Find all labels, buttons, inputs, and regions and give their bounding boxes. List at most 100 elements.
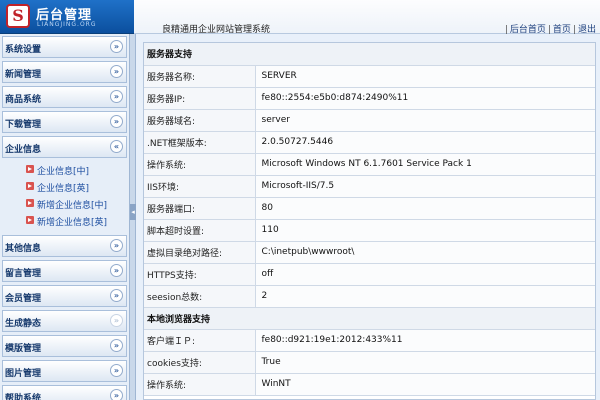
- arrow-icon: [26, 199, 34, 207]
- logout-link[interactable]: 退出: [578, 25, 596, 35]
- section-title: 服务器支持: [144, 43, 595, 66]
- sidebar-item-static[interactable]: 生成静态 »: [2, 310, 127, 332]
- row-value: 2: [255, 285, 595, 308]
- sidebar-item-company-info[interactable]: 企业信息 «: [2, 136, 127, 158]
- row-value: Microsoft-IIS/7.5: [255, 175, 595, 198]
- table-row: 脚本超时设置: 110: [144, 219, 595, 242]
- row-key: 操作系统:: [144, 373, 256, 396]
- server-info-table: 服务器支持 服务器名称: SERVER 服务器IP: fe80::2554:e5b0…: [144, 43, 595, 396]
- submenu-item[interactable]: 企业信息[英]: [0, 178, 129, 195]
- logo-subtitle: LIANGJING.ORG: [37, 21, 97, 28]
- sidebar-item-label: 企业信息: [5, 145, 42, 155]
- system-title: 良精通用企业网站管理系统: [162, 25, 271, 35]
- sidebar-item-label: 其他信息: [5, 244, 42, 254]
- row-value: SERVER: [255, 65, 595, 88]
- sidebar-item-other-info[interactable]: 其他信息 »: [2, 235, 127, 257]
- sidebar-item-help[interactable]: 帮助系统 »: [2, 385, 127, 400]
- admin-home-link[interactable]: 后台首页: [510, 25, 546, 35]
- sidebar-item-templates[interactable]: 模版管理 »: [2, 335, 127, 357]
- top-links: | 后台首页 | 首页 | 退出: [504, 25, 596, 35]
- chevron-down-icon[interactable]: »: [110, 364, 123, 377]
- sidebar-item-products[interactable]: 商品系统 »: [2, 86, 127, 108]
- table-row: 服务器名称: SERVER: [144, 65, 595, 88]
- logo-area: S 后台管理 LIANGJING.ORG: [0, 0, 134, 34]
- row-key: 服务器端口:: [144, 197, 256, 220]
- sidebar-item-members[interactable]: 会员管理 »: [2, 285, 127, 307]
- arrow-icon: [26, 216, 34, 224]
- sidebar-item-messages[interactable]: 留言管理 »: [2, 260, 127, 282]
- arrow-icon: [26, 182, 34, 190]
- sidebar-item-label: 商品系统: [5, 95, 42, 105]
- submenu-link[interactable]: 新增企业信息[英]: [37, 215, 107, 228]
- sidebar-item-label: 下载管理: [5, 120, 42, 130]
- submenu-item[interactable]: 新增企业信息[中]: [0, 195, 129, 212]
- sidebar-item-label: 模版管理: [5, 344, 42, 354]
- sidebar-item-label: 系统设置: [5, 45, 42, 55]
- topbar: 良精通用企业网站管理系统 | 后台首页 | 首页 | 退出: [134, 0, 600, 35]
- chevron-down-icon[interactable]: »: [110, 264, 123, 277]
- chevron-down-icon[interactable]: »: [110, 289, 123, 302]
- sidebar-item-system-settings[interactable]: 系统设置 »: [2, 36, 127, 58]
- submenu-link[interactable]: 企业信息[中]: [37, 164, 89, 177]
- section-title: 本地浏览器支持: [144, 307, 595, 330]
- sidebar-item-label: 留言管理: [5, 269, 42, 279]
- company-info-submenu: 企业信息[中] 企业信息[英] 新增企业信息[中] 新增企业信息[英]: [0, 161, 129, 233]
- sidebar-item-images[interactable]: 图片管理 »: [2, 360, 127, 382]
- row-key: 服务器域名:: [144, 109, 256, 132]
- row-value: off: [255, 263, 595, 286]
- row-key: 服务器IP:: [144, 87, 256, 110]
- table-row: HTTPS支持: off: [144, 263, 595, 286]
- row-key: cookies支持:: [144, 351, 256, 374]
- header: S 后台管理 LIANGJING.ORG 良精通用企业网站管理系统 | 后台首页 |…: [0, 0, 600, 35]
- row-value: Microsoft Windows NT 6.1.7601 Service Pa…: [255, 153, 595, 176]
- row-key: IIS环境:: [144, 175, 256, 198]
- submenu-item[interactable]: 新增企业信息[英]: [0, 212, 129, 229]
- sidebar-item-news[interactable]: 新闻管理 »: [2, 61, 127, 83]
- table-row: 操作系统: WinNT: [144, 373, 595, 396]
- row-key: HTTPS支持:: [144, 263, 256, 286]
- chevron-down-icon[interactable]: »: [110, 90, 123, 103]
- chevron-down-icon[interactable]: »: [110, 40, 123, 53]
- row-value: fe80::2554:e5b0:d874:2490%11: [255, 87, 595, 110]
- home-link[interactable]: 首页: [553, 25, 571, 35]
- submenu-item[interactable]: 企业信息[中]: [0, 161, 129, 178]
- chevron-down-icon[interactable]: »: [110, 115, 123, 128]
- row-value: C:\inetpub\wwwroot\: [255, 241, 595, 264]
- submenu-link[interactable]: 企业信息[英]: [37, 181, 89, 194]
- table-row: 客户端ＩＰ: fe80::d921:19e1:2012:433%11: [144, 329, 595, 352]
- table-row: 虚拟目录绝对路径: C:\inetpub\wwwroot\: [144, 241, 595, 264]
- sidebar-collapse-bar[interactable]: ◂: [130, 34, 136, 400]
- collapse-left-icon[interactable]: ◂: [130, 204, 136, 220]
- chevron-down-icon[interactable]: »: [110, 239, 123, 252]
- chevron-down-icon[interactable]: »: [110, 389, 123, 400]
- row-key: seesion总数:: [144, 285, 256, 308]
- sidebar-item-downloads[interactable]: 下载管理 »: [2, 111, 127, 133]
- row-value: server: [255, 109, 595, 132]
- sidebar: 系统设置 » 新闻管理 » 商品系统 » 下载管理 » 企业信息 « 企业信息[中] 企业…: [0, 34, 130, 400]
- logo-icon: S: [6, 4, 30, 28]
- table-row: 服务器域名: server: [144, 109, 595, 132]
- row-key: 服务器名称:: [144, 65, 256, 88]
- row-value: fe80::d921:19e1:2012:433%11: [255, 329, 595, 352]
- row-key: 操作系统:: [144, 153, 256, 176]
- table-row: 服务器端口: 80: [144, 197, 595, 220]
- chevron-down-icon[interactable]: »: [110, 339, 123, 352]
- row-key: 客户端ＩＰ:: [144, 329, 256, 352]
- main-panel: 服务器支持 服务器名称: SERVER 服务器IP: fe80::2554:e5b0…: [143, 42, 596, 400]
- row-value: WinNT: [255, 373, 595, 396]
- sidebar-item-label: 会员管理: [5, 294, 42, 304]
- sidebar-item-label: 图片管理: [5, 369, 42, 379]
- chevron-down-icon[interactable]: »: [110, 314, 123, 327]
- row-key: 脚本超时设置:: [144, 219, 256, 242]
- chevron-up-icon[interactable]: «: [110, 140, 123, 153]
- row-value: 80: [255, 197, 595, 220]
- section-header-row: 本地浏览器支持: [144, 307, 595, 330]
- sidebar-item-label: 帮助系统: [5, 394, 42, 400]
- arrow-icon: [26, 165, 34, 173]
- sidebar-item-label: 生成静态: [5, 319, 42, 329]
- table-row: cookies支持: True: [144, 351, 595, 374]
- submenu-link[interactable]: 新增企业信息[中]: [37, 198, 107, 211]
- chevron-down-icon[interactable]: »: [110, 65, 123, 78]
- row-value: 110: [255, 219, 595, 242]
- row-value: 2.0.50727.5446: [255, 131, 595, 154]
